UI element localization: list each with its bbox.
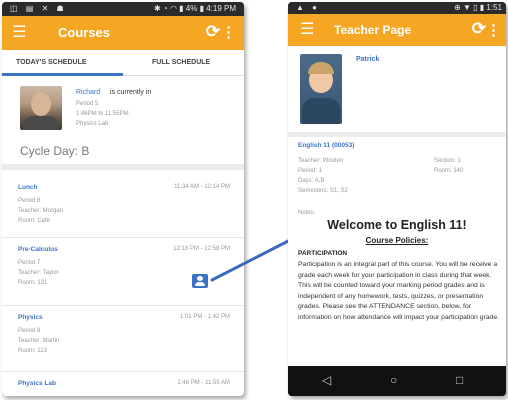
status-time: 4:19 PM <box>206 4 236 13</box>
current-time: 1:46PM to 11:55PM <box>76 111 129 117</box>
class-room: Room: 113 <box>18 348 47 354</box>
participation-heading: PARTICIPATION <box>298 250 348 257</box>
course-policies-heading: Course Policies: <box>365 236 429 245</box>
divider <box>288 132 506 137</box>
home-icon[interactable]: ○ <box>390 373 397 387</box>
class-name: Pre-Calculus <box>18 246 58 253</box>
back-icon[interactable]: ◁ <box>322 373 331 387</box>
list-item[interactable]: Lunch 11:34 AM - 12:14 PM Period 6 Teach… <box>2 176 244 238</box>
class-time: 11:34 AM - 12:14 PM <box>174 184 230 190</box>
teacher-page-phone: ▲ ● ⊕ ▼ ▯ ▮ 1:51 ☰ Teacher Page ⟳ ⋮ Patr… <box>288 2 506 396</box>
teacher-page-content: Patrick English 11 (00053) Teacher: Woot… <box>288 46 506 366</box>
courses-phone: ◫ ▤ ✕ ☗ ✱ ◔ ◠ ▮ 4% ▮ 4:19 PM ☰ Courses ⟳… <box>2 2 244 396</box>
teacher-name-link[interactable]: Richard <box>76 89 100 96</box>
tutorial-composite: ◫ ▤ ✕ ☗ ✱ ◔ ◠ ▮ 4% ▮ 4:19 PM ☰ Courses ⟳… <box>0 0 508 400</box>
current-status-text: is currently in <box>110 89 152 96</box>
sync-icon[interactable]: ⟳ <box>472 19 486 39</box>
status-bar: ▲ ● ⊕ ▼ ▯ ▮ 1:51 <box>288 2 506 14</box>
teacher-page-icon[interactable] <box>192 274 208 288</box>
course-days: Days: A,B <box>298 178 325 184</box>
course-semesters: Semesters: S1, S2 <box>298 188 349 194</box>
class-room: Room: 131 <box>18 280 48 286</box>
course-section: Section: 1 <box>434 158 461 164</box>
course-period: Period: 1 <box>298 168 323 174</box>
cycle-day: Cycle Day: B <box>20 144 90 158</box>
page-title: Courses <box>58 25 111 40</box>
notes-label: Notes: <box>298 210 316 216</box>
current-class-card[interactable]: Richard is currently in Period 5 1:46PM … <box>2 76 244 170</box>
class-time: 1:46 PM - 11:55 AM <box>177 380 230 386</box>
student-name: Patrick <box>356 56 380 63</box>
list-item[interactable]: Physics Lab 1:46 PM - 11:55 AM <box>2 372 244 396</box>
tab-full-schedule[interactable]: FULL SCHEDULE <box>152 59 210 66</box>
status-icons-left: ▲ ● <box>296 3 320 12</box>
course-title: English 11 (00053) <box>298 142 355 149</box>
more-icon[interactable]: ⋮ <box>221 23 236 41</box>
menu-icon[interactable]: ☰ <box>12 25 26 41</box>
course-teacher: Teacher: Wooten <box>298 158 344 164</box>
teacher-avatar <box>20 86 62 130</box>
class-room: Room: Cafe <box>18 218 51 224</box>
class-name: Lunch <box>18 184 38 191</box>
current-period: Period 5 <box>76 101 99 107</box>
app-bar: ☰ Teacher Page ⟳ ⋮ <box>288 14 506 46</box>
status-icons-right: ⊕ ▼ ▯ ▮ 1:51 <box>454 3 502 12</box>
list-item[interactable]: Pre-Calculus 12:18 PM - 12:58 PM Period … <box>2 238 244 306</box>
class-period: Period 6 <box>18 198 41 204</box>
recents-icon[interactable]: □ <box>456 373 463 387</box>
current-room: Physics Lab <box>76 121 109 127</box>
app-bar: ☰ Courses ⟳ ⋮ <box>2 16 244 50</box>
class-teacher: Teacher: Martin <box>18 338 60 344</box>
class-period: Period 7 <box>18 260 41 266</box>
student-photo <box>300 54 342 124</box>
class-name: Physics Lab <box>18 380 56 387</box>
tab-todays-schedule[interactable]: TODAY'S SCHEDULE <box>16 59 87 66</box>
welcome-heading: Welcome to English 11! <box>327 218 467 232</box>
page-title: Teacher Page <box>334 23 412 37</box>
more-icon[interactable]: ⋮ <box>486 21 501 39</box>
class-teacher: Teacher: Taylor <box>18 270 59 276</box>
list-item[interactable]: Physics 1:01 PM - 1:42 PM Period 8 Teach… <box>2 306 244 372</box>
schedule-tabs: TODAY'S SCHEDULE FULL SCHEDULE <box>2 50 244 76</box>
menu-icon[interactable]: ☰ <box>300 22 314 38</box>
status-bar: ◫ ▤ ✕ ☗ ✱ ◔ ◠ ▮ 4% ▮ 4:19 PM <box>2 2 244 16</box>
class-teacher: Teacher: Morgan <box>18 208 64 214</box>
class-name: Physics <box>18 314 43 321</box>
class-time: 12:18 PM - 12:58 PM <box>173 246 230 252</box>
course-room: Room: 140 <box>434 168 464 174</box>
class-time: 1:01 PM - 1:42 PM <box>179 314 230 320</box>
system-nav-bar: ◁ ○ □ <box>288 366 506 396</box>
class-period: Period 8 <box>18 328 41 334</box>
participation-text: Participation is an integral part of thi… <box>298 261 499 321</box>
schedule-content: Richard is currently in Period 5 1:46PM … <box>2 76 244 396</box>
status-icons-right: ✱ ◔ ◠ ▮ 4% ▮ 4:19 PM <box>153 4 236 13</box>
status-icons-left: ◫ ▤ ✕ ☗ <box>10 4 67 13</box>
sync-icon[interactable]: ⟳ <box>206 22 220 42</box>
